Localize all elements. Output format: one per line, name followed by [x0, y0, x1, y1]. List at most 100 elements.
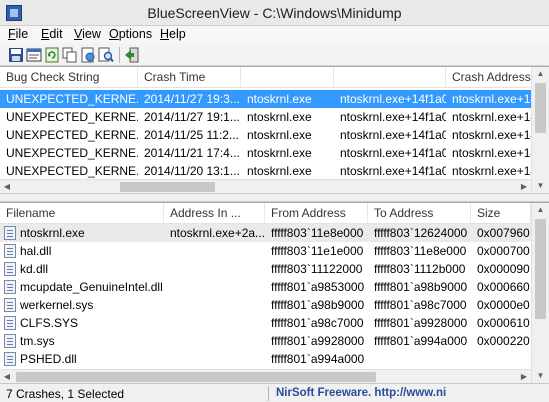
column-filename[interactable]: Filename [0, 203, 164, 224]
crash-row[interactable]: UNEXPECTED_KERNE... 2014/11/27 19:3... n… [0, 90, 549, 108]
menu-options[interactable]: Options [109, 27, 152, 41]
window-title: BlueScreenView - C:\Windows\Minidump [147, 5, 402, 21]
driver-list-vertical-scrollbar[interactable]: ▲ ▼ [531, 203, 549, 384]
from-address-cell: fffff803`11122000 [271, 262, 363, 276]
crash-list-horizontal-scrollbar[interactable]: ◀ ▶ [0, 179, 531, 193]
address-in-stack-cell: ntoskrnl.exe+2a... [170, 226, 265, 240]
menu-file[interactable]: File [8, 27, 28, 41]
size-cell: 0x007960 [477, 226, 530, 240]
nirsoft-link[interactable]: NirSoft Freeware. http://www.ni [276, 387, 446, 399]
crash-row[interactable]: UNEXPECTED_KERNE... 2014/11/20 13:1... n… [0, 162, 549, 180]
from-address-cell: fffff801`a9853000 [271, 280, 365, 294]
column-address-in-stack[interactable]: Address In ... [164, 203, 265, 224]
bug-check-cell: UNEXPECTED_KERNE... [6, 146, 138, 160]
crash-row[interactable]: UNEXPECTED_KERNE... 2014/11/27 19:1... n… [0, 108, 549, 126]
status-summary: 7 Crashes, 1 Selected [6, 387, 125, 401]
properties-icon[interactable] [26, 47, 42, 63]
file-icon [4, 262, 16, 276]
column-size[interactable]: Size [471, 203, 531, 224]
driver-row[interactable]: PSHED.dll fffff801`a994a000 [0, 350, 549, 368]
address-in-stack-cell [164, 278, 265, 296]
caused-by-cell: ntoskrnl.exe+14f1a0 [340, 128, 446, 142]
toolbar [0, 44, 549, 66]
driver-cell: ntoskrnl.exe [247, 110, 312, 124]
from-address-cell: fffff801`a98c7000 [271, 316, 364, 330]
size-cell: 0x000660 [477, 280, 530, 294]
column-from-address[interactable]: From Address [265, 203, 368, 224]
scrollbar-thumb[interactable] [535, 219, 546, 319]
crash-time-cell: 2014/11/25 11:2... [144, 128, 239, 142]
scroll-down-arrow-icon[interactable]: ▼ [532, 179, 549, 193]
bug-check-cell: UNEXPECTED_KERNE... [6, 164, 138, 178]
size-cell: 0x000700 [477, 244, 530, 258]
menu-view[interactable]: View [74, 27, 101, 41]
column-driver[interactable] [241, 67, 334, 88]
driver-row[interactable]: kd.dll fffff803`11122000 fffff803`1112b0… [0, 260, 549, 278]
toolbar-separator [119, 47, 120, 63]
driver-list-horizontal-scrollbar[interactable]: ◀ ▶ [0, 369, 531, 383]
column-caused-by[interactable] [334, 67, 446, 88]
from-address-cell: fffff803`11e8e000 [271, 226, 364, 240]
file-icon [4, 316, 16, 330]
crash-time-cell: 2014/11/20 13:1... [144, 164, 240, 178]
from-address-cell: fffff801`a98b9000 [271, 298, 365, 312]
scroll-right-arrow-icon[interactable]: ▶ [517, 370, 531, 384]
filename-cell: kd.dll [0, 260, 164, 278]
to-address-cell: fffff803`11e8e000 [374, 244, 467, 258]
driver-row[interactable]: mcupdate_GenuineIntel.dll fffff801`a9853… [0, 278, 549, 296]
status-divider [268, 386, 269, 401]
driver-row[interactable]: CLFS.SYS fffff801`a98c7000 fffff801`a992… [0, 314, 549, 332]
crash-time-cell: 2014/11/27 19:1... [144, 110, 240, 124]
to-address-cell: fffff801`a98c7000 [374, 298, 467, 312]
filename-cell: mcupdate_GenuineIntel.dll [0, 278, 164, 296]
address-in-stack-cell [164, 260, 265, 278]
menu-edit[interactable]: Edit [41, 27, 63, 41]
caused-by-cell: ntoskrnl.exe+14f1a0 [340, 92, 446, 106]
menu-help[interactable]: Help [160, 27, 186, 41]
driver-row[interactable]: ntoskrnl.exe ntoskrnl.exe+2a... fffff803… [0, 224, 549, 242]
filename-cell: ntoskrnl.exe [0, 224, 164, 242]
scrollbar-thumb[interactable] [16, 372, 376, 382]
file-icon [4, 298, 16, 312]
size-cell [471, 350, 531, 368]
crash-list-pane: Bug Check String Crash Time Crash Addres… [0, 66, 549, 194]
scroll-up-arrow-icon[interactable]: ▲ [532, 67, 549, 81]
crash-row[interactable]: UNEXPECTED_KERNE... 2014/11/25 11:2... n… [0, 126, 549, 144]
column-crash-time[interactable]: Crash Time [138, 67, 241, 88]
to-address-cell: fffff803`1112b000 [374, 262, 466, 276]
crash-list-header: Bug Check String Crash Time Crash Addres… [0, 67, 549, 88]
scroll-up-arrow-icon[interactable]: ▲ [532, 203, 549, 217]
scrollbar-thumb[interactable] [535, 83, 546, 133]
driver-cell: ntoskrnl.exe [247, 164, 312, 178]
crash-list-vertical-scrollbar[interactable]: ▲ ▼ [531, 67, 549, 194]
copy-icon[interactable] [62, 47, 78, 63]
driver-row[interactable]: werkernel.sys fffff801`a98b9000 fffff801… [0, 296, 549, 314]
bug-check-cell: UNEXPECTED_KERNE... [6, 110, 138, 124]
scroll-down-arrow-icon[interactable]: ▼ [532, 369, 549, 383]
save-icon[interactable] [8, 47, 24, 63]
scroll-left-arrow-icon[interactable]: ◀ [0, 180, 14, 194]
exit-icon[interactable] [124, 47, 140, 63]
address-in-stack-cell [164, 242, 265, 260]
refresh-icon[interactable] [44, 47, 60, 63]
crash-row[interactable]: UNEXPECTED_KERNE... 2014/11/21 17:4... n… [0, 144, 549, 162]
bug-check-cell: UNEXPECTED_KERNE... [6, 128, 138, 142]
bug-check-cell: UNEXPECTED_KERNE... [6, 92, 138, 106]
scroll-right-arrow-icon[interactable]: ▶ [517, 180, 531, 194]
driver-row[interactable]: tm.sys fffff801`a9928000 fffff801`a994a0… [0, 332, 549, 350]
size-cell: 0x000090 [477, 262, 530, 276]
scroll-left-arrow-icon[interactable]: ◀ [0, 370, 14, 384]
driver-cell: ntoskrnl.exe [247, 146, 312, 160]
to-address-cell: fffff803`12624000 [374, 226, 468, 240]
address-in-stack-cell [164, 332, 265, 350]
column-bug-check-string[interactable]: Bug Check String [0, 67, 138, 88]
pane-splitter[interactable] [0, 193, 549, 202]
find-icon[interactable] [98, 47, 114, 63]
filename-cell: tm.sys [0, 332, 164, 350]
column-to-address[interactable]: To Address [368, 203, 471, 224]
scrollbar-thumb[interactable] [120, 182, 215, 192]
driver-row[interactable]: hal.dll fffff803`11e1e000 fffff803`11e8e… [0, 242, 549, 260]
to-address-cell: fffff801`a994a000 [374, 334, 468, 348]
html-report-icon[interactable] [80, 47, 96, 63]
size-cell: 0x0000e0 [477, 298, 530, 312]
